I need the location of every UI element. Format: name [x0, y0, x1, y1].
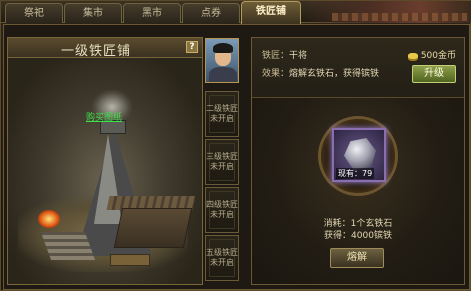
- smith-name: 干将: [289, 51, 308, 61]
- blacksmith-panel: 一级铁匠铺 ? 购买图纸: [7, 37, 203, 285]
- upgrade-button[interactable]: 升级: [412, 65, 456, 83]
- slot-label: 三级铁匠未开启: [206, 152, 238, 171]
- xuantie-stone-slot[interactable]: 现有：79: [332, 128, 386, 182]
- tab-sacrifice[interactable]: 祭祀: [5, 3, 63, 23]
- slot-label: 四级铁匠未开启: [206, 200, 238, 219]
- tab-black-market[interactable]: 黑市: [123, 3, 181, 23]
- panel-title: 一级铁匠铺: [60, 44, 131, 59]
- blacksmith-window: 祭祀 集市 黑市 点券 铁匠铺 一级铁匠铺 ? 购买图纸 二级铁匠未开启 三级铁…: [0, 0, 471, 291]
- slot-level-5[interactable]: 五级铁匠未开启: [205, 235, 239, 281]
- rooftop-decoration: [302, 1, 471, 23]
- work-table: [110, 254, 150, 266]
- fuse-button[interactable]: 熔解: [330, 248, 384, 268]
- slot-level-3[interactable]: 三级铁匠未开启: [205, 139, 239, 185]
- tab-blacksmith[interactable]: 铁匠铺: [241, 1, 301, 24]
- slot-label: 二级铁匠未开启: [206, 104, 238, 123]
- panel-header: 一级铁匠铺 ?: [8, 38, 202, 59]
- workshop-shed: [113, 208, 193, 248]
- cost-line: 消耗：1个玄铁石: [323, 219, 393, 229]
- slot-label: 五级铁匠未开启: [206, 248, 238, 267]
- tab-market[interactable]: 集市: [64, 3, 122, 23]
- effect-row: 效果：熔解玄铁石，获得镔铁: [262, 66, 379, 79]
- portrait-robe: [209, 67, 237, 82]
- gold-cost: 500金币: [407, 48, 456, 61]
- furnace-highlight: [94, 134, 122, 224]
- xuantie-stone-icon: [344, 138, 376, 170]
- item-count: 现有：79: [336, 168, 375, 179]
- fuse-cost: 消耗：1个玄铁石 获得：4000镔铁: [252, 218, 464, 242]
- portrait-hair: [213, 43, 233, 53]
- buy-blueprint-link[interactable]: 购买图纸: [86, 110, 122, 123]
- fuse-panel: 铁匠：干将 效果：熔解玄铁石，获得镔铁 500金币 升级 现有：79 消耗：1个…: [251, 37, 465, 285]
- gold-icon: [407, 52, 418, 59]
- effect-text: 熔解玄铁石，获得镔铁: [289, 69, 380, 79]
- effect-label: 效果：: [262, 69, 290, 79]
- slot-level-4[interactable]: 四级铁匠未开启: [205, 187, 239, 233]
- forge-fire: [38, 210, 60, 228]
- slot-level-2[interactable]: 二级铁匠未开启: [205, 91, 239, 137]
- gain-line: 获得：4000镔铁: [324, 231, 392, 241]
- smith-portrait[interactable]: [205, 38, 239, 83]
- smith-row: 铁匠：干将: [262, 48, 307, 61]
- forge-illustration: 购买图纸: [8, 58, 202, 284]
- smith-info: 铁匠：干将 效果：熔解玄铁石，获得镔铁 500金币 升级: [252, 38, 464, 98]
- fuse-area: 现有：79 消耗：1个玄铁石 获得：4000镔铁 熔解: [252, 98, 464, 284]
- tab-vouchers[interactable]: 点券: [182, 3, 240, 23]
- tab-bar: 祭祀 集市 黑市 点券 铁匠铺: [1, 1, 471, 24]
- gold-amount: 500金币: [420, 51, 456, 61]
- smith-label: 铁匠：: [262, 51, 290, 61]
- help-button[interactable]: ?: [186, 41, 198, 53]
